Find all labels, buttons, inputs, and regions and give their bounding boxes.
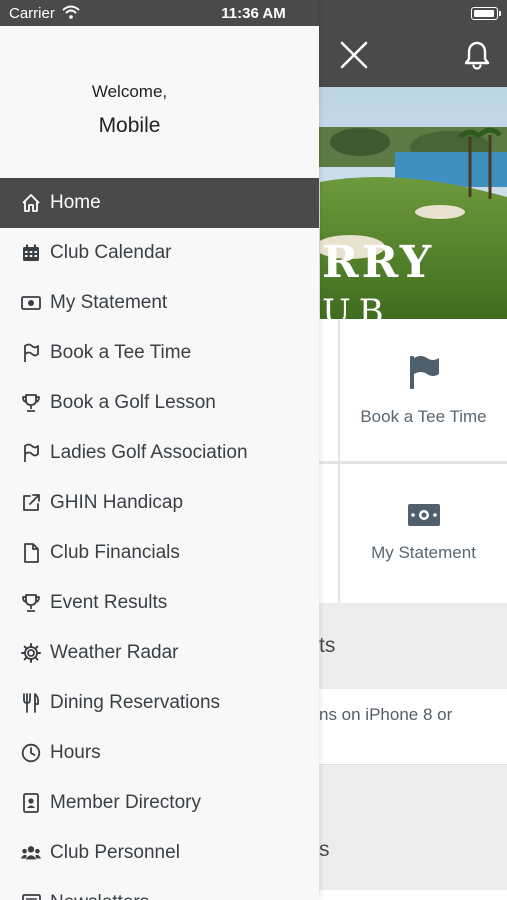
menu-item-club-personnel[interactable]: Club Personnel [0,828,319,878]
flag-icon [20,342,42,364]
menu-item-member-directory[interactable]: Member Directory [0,778,319,828]
drawer-menu: Home Club Calendar My Statement Book a T… [0,178,319,900]
menu-item-label: Book a Tee Time [50,342,192,363]
menu-item-label: Hours [50,742,101,763]
section-title: ts [319,634,336,657]
users-icon [20,842,42,864]
document-icon [20,542,42,564]
menu-item-club-financials[interactable]: Club Financials [0,528,319,578]
battery-tip [499,11,501,16]
menu-item-label: Ladies Golf Association [50,442,248,463]
flag-icon [407,354,441,395]
menu-item-label: Newsletters [50,892,149,900]
battery-icon [471,7,498,20]
calendar-icon [20,242,42,264]
clock-icon [20,742,42,764]
contact-card-icon [20,792,42,814]
section-text: ns on iPhone 8 or [319,705,453,724]
newspaper-icon [20,892,42,900]
tile-book-tee-time[interactable]: Book a Tee Time [340,319,507,461]
menu-item-event-results[interactable]: Event Results [0,578,319,628]
menu-item-ghin-handicap[interactable]: GHIN Handicap [0,478,319,528]
menu-item-book-tee-time[interactable]: Book a Tee Time [0,328,319,378]
close-icon[interactable] [337,38,371,72]
status-bar: Carrier 11:36 AM [0,0,507,26]
menu-item-home[interactable]: Home [0,178,319,228]
menu-item-label: Book a Golf Lesson [50,392,216,413]
flag-icon [20,442,42,464]
menu-item-weather-radar[interactable]: Weather Radar [0,628,319,678]
menu-item-label: GHIN Handicap [50,492,184,513]
menu-item-label: Club Financials [50,542,180,563]
tile-label: Book a Tee Time [360,406,487,426]
side-drawer: Welcome, Mobile Home Club Calendar My St… [0,0,319,900]
menu-item-dining-reservations[interactable]: Dining Reservations [0,678,319,728]
menu-item-ladies-golf-association[interactable]: Ladies Golf Association [0,428,319,478]
menu-item-book-golf-lesson[interactable]: Book a Golf Lesson [0,378,319,428]
money-icon [407,504,440,531]
menu-item-my-statement[interactable]: My Statement [0,278,319,328]
hero-title-line2: UB [322,292,392,319]
welcome-text: Welcome, [91,82,168,101]
menu-item-club-calendar[interactable]: Club Calendar [0,228,319,278]
menu-item-label: Weather Radar [50,642,179,663]
tile-label: My Statement [371,543,476,562]
menu-item-label: Home [50,192,101,213]
hero-title-line1: RRY [322,237,435,288]
menu-item-label: Member Directory [50,792,201,813]
bell-icon[interactable] [460,38,494,72]
trophy-icon [20,592,42,614]
money-icon [20,292,42,314]
menu-item-label: Event Results [50,592,168,613]
gear-icon [20,642,42,664]
menu-item-label: Club Personnel [50,842,180,863]
menu-item-hours[interactable]: Hours [0,728,319,778]
menu-item-label: Dining Reservations [50,692,221,713]
tile-my-statement[interactable]: My Statement [340,464,507,603]
menu-item-label: My Statement [50,292,168,313]
menu-item-newsletters[interactable]: Newsletters [0,878,319,900]
tile-partial[interactable] [319,319,338,461]
external-link-icon [20,492,42,514]
clock-time: 11:36 AM [221,5,286,22]
drawer-header: Welcome, Mobile [0,26,319,178]
utensils-icon [20,692,42,714]
tile-partial[interactable] [319,464,338,603]
home-icon [20,192,42,214]
section-title: s [319,838,330,861]
menu-item-label: Club Calendar [50,242,172,263]
trophy-icon [20,392,42,414]
user-name: Mobile [98,114,161,137]
